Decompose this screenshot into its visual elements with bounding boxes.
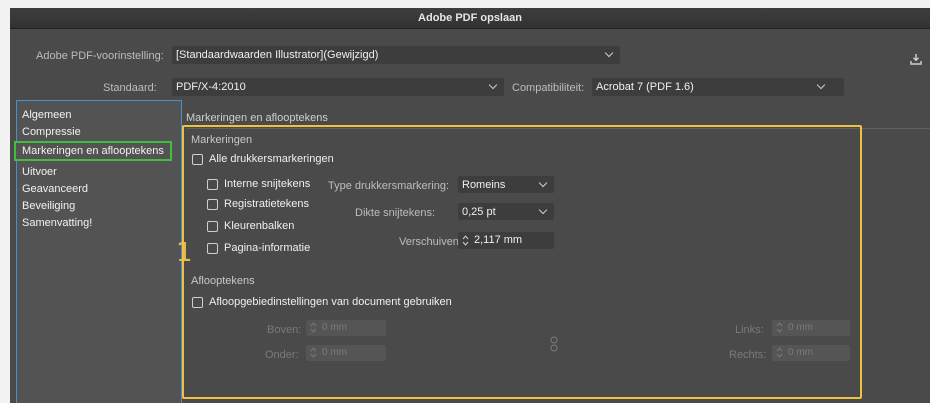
standard-select[interactable]: PDF/X-4:2010	[172, 78, 504, 96]
compatibility-label: Compatibiliteit:	[512, 82, 585, 94]
trim-weight-value: 0,25 pt	[462, 206, 496, 218]
bleed-left-value: 0 mm	[788, 322, 813, 333]
bleed-bottom-label: Onder:	[265, 349, 299, 361]
checkbox-box[interactable]	[207, 242, 218, 254]
section-title-markeringen: Markeringen	[191, 134, 253, 146]
mark-type-select[interactable]: Romeins	[458, 176, 554, 193]
standard-value: PDF/X-4:2010	[176, 81, 246, 93]
preset-value: [Standaardwaarden Illustrator](Gewijzigd…	[176, 49, 379, 61]
color-bars-checkbox[interactable]: Kleurenbalken	[207, 220, 294, 232]
title-bar: Adobe PDF opslaan	[10, 8, 930, 29]
checkbox-box[interactable]	[207, 220, 218, 232]
trim-marks-checkbox[interactable]: Interne snijtekens	[207, 178, 310, 190]
bleed-top-value: 0 mm	[322, 322, 347, 333]
category-sidebar: Algemeen Compressie Markeringen en afloo…	[14, 100, 182, 403]
sidebar-item-markeringen[interactable]: Markeringen en aflooptekens	[14, 141, 172, 161]
checkbox-label: Registratietekens	[224, 198, 309, 210]
checkbox-box[interactable]	[207, 198, 218, 210]
preset-label: Adobe PDF-voorinstelling:	[36, 50, 164, 62]
offset-stepper[interactable]: 2,117 mm	[458, 232, 554, 249]
sidebar-item-samenvatting[interactable]: Samenvatting!	[22, 217, 92, 229]
checkbox-box[interactable]	[192, 296, 203, 308]
registration-marks-checkbox[interactable]: Registratietekens	[207, 198, 309, 210]
bleed-left-stepper[interactable]: 0 mm	[772, 320, 850, 336]
chevron-down-icon	[488, 80, 498, 90]
mark-type-value: Romeins	[462, 179, 506, 191]
window-title: Adobe PDF opslaan	[418, 12, 522, 24]
chevron-down-icon	[604, 48, 614, 58]
offset-label: Verschuiven:	[399, 236, 462, 248]
link-chain-icon[interactable]	[549, 336, 559, 352]
checkbox-box[interactable]	[192, 153, 203, 165]
spinner-arrows-icon[interactable]	[776, 322, 783, 333]
checkbox-label: Pagina-informatie	[224, 242, 311, 254]
spinner-arrows-icon[interactable]	[310, 322, 317, 333]
chevron-down-icon	[816, 80, 826, 90]
panel-title: Markeringen en aflooptekens	[186, 112, 328, 124]
sidebar-item-algemeen[interactable]: Algemeen	[22, 109, 72, 121]
standard-label: Standaard:	[103, 82, 157, 94]
preset-select[interactable]: [Standaardwaarden Illustrator](Gewijzigd…	[172, 46, 620, 64]
trim-weight-label: Dikte snijtekens:	[355, 207, 436, 219]
spinner-arrows-icon[interactable]	[776, 347, 783, 358]
section-title-aflooptekens: Aflooptekens	[191, 275, 255, 287]
bleed-right-label: Rechts:	[729, 349, 767, 361]
all-printer-marks-checkbox[interactable]: Alle drukkersmarkeringen	[192, 153, 334, 165]
checkbox-label: Kleurenbalken	[224, 220, 295, 232]
use-document-bleed-checkbox[interactable]: Afloopgebiedinstellingen van document ge…	[192, 296, 452, 308]
chevron-down-icon	[538, 205, 548, 215]
sidebar-item-geavanceerd[interactable]: Geavanceerd	[22, 183, 88, 195]
save-preset-icon[interactable]	[910, 53, 922, 65]
checkbox-label: Alle drukkersmarkeringen	[209, 153, 334, 165]
spinner-arrows-icon[interactable]	[310, 347, 317, 358]
compatibility-select[interactable]: Acrobat 7 (PDF 1.6)	[592, 78, 844, 96]
sidebar-item-compressie[interactable]: Compressie	[22, 126, 81, 138]
checkbox-label: Interne snijtekens	[224, 178, 311, 190]
mark-type-label: Type drukkersmarkering:	[328, 180, 450, 192]
offset-value: 2,117 mm	[474, 234, 523, 246]
sidebar-item-uitvoer[interactable]: Uitvoer	[22, 166, 57, 178]
page-info-checkbox[interactable]: Pagina-informatie	[207, 242, 310, 254]
spinner-arrows-icon[interactable]	[462, 235, 469, 246]
pdf-save-dialog: Adobe PDF opslaan Adobe PDF-voorinstelli…	[10, 8, 930, 403]
bleed-right-stepper[interactable]: 0 mm	[772, 345, 850, 361]
chevron-down-icon	[538, 178, 548, 188]
bleed-right-value: 0 mm	[788, 347, 813, 358]
bleed-left-label: Links:	[735, 324, 764, 336]
bleed-bottom-stepper[interactable]: 0 mm	[306, 345, 386, 361]
compatibility-value: Acrobat 7 (PDF 1.6)	[596, 81, 694, 93]
checkbox-box[interactable]	[207, 178, 218, 190]
sidebar-item-beveiliging[interactable]: Beveiliging	[22, 200, 75, 212]
bleed-bottom-value: 0 mm	[322, 347, 347, 358]
checkbox-label: Afloopgebiedinstellingen van document ge…	[209, 296, 452, 308]
trim-weight-select[interactable]: 0,25 pt	[458, 203, 554, 220]
bleed-top-label: Boven:	[267, 324, 302, 336]
bleed-top-stepper[interactable]: 0 mm	[306, 320, 386, 336]
